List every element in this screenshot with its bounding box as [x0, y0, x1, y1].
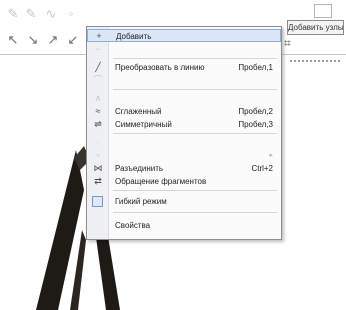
menu-item-add[interactable]: + Добавить — [87, 29, 281, 42]
chevron-right-icon: ▸ — [269, 152, 273, 159]
auto-close-icon: ◌ — [95, 137, 101, 147]
menu-item-auto-close[interactable]: ◌ — [87, 136, 281, 149]
menu-item-elastic-mode[interactable]: Гибкий режим — [87, 195, 281, 208]
smooth-icon: ≈ — [95, 106, 101, 116]
shape-left-stroke — [36, 150, 84, 310]
pencil-icon[interactable]: ✎ — [22, 6, 40, 22]
node-tool-icon[interactable]: ↗ — [44, 32, 62, 48]
to-line-icon: ╱ — [95, 62, 101, 72]
cusp-icon: ∧ — [94, 93, 102, 103]
ruler-marks — [290, 60, 340, 62]
node-tool-icon[interactable]: ↙ — [64, 32, 82, 48]
node-icon[interactable]: ◦ — [62, 6, 80, 22]
node-tool-icon[interactable]: ↘ — [24, 32, 42, 48]
shape-inner-stroke — [70, 230, 86, 310]
submenu-icon: ▫ — [96, 150, 100, 160]
node-align-icon[interactable]: ⌗ — [284, 36, 291, 51]
menu-separator — [113, 212, 277, 213]
pencil-icon[interactable]: ✎ — [4, 6, 22, 22]
menu-item-to-curve[interactable]: ⌒ — [87, 74, 281, 87]
menu-separator — [113, 89, 277, 90]
menu-item-to-line[interactable]: ╱ Преобразовать в линию Пробел,1 — [87, 61, 281, 74]
menu-item-reverse[interactable]: ⇄ Обращение фрагментов — [87, 175, 281, 188]
add-node-icon: + — [96, 31, 102, 41]
menu-separator — [113, 133, 277, 134]
menu-item-properties[interactable]: Свойства — [87, 219, 281, 232]
reverse-direction-icon: ⇄ — [94, 176, 102, 186]
menu-item-delete[interactable]: − — [87, 43, 281, 56]
menu-item-symmetric[interactable]: ⇌ Симметричный Пробел,3 — [87, 118, 281, 131]
menu-item-break-apart[interactable]: ⋈ Разъединить Ctrl+2 — [87, 162, 281, 175]
menu-item-cusp[interactable]: ∧ — [87, 92, 281, 105]
context-menu: + Добавить − ╱ Преобразовать в линию Про… — [86, 26, 282, 240]
window-control-box[interactable] — [314, 4, 332, 18]
wave-icon[interactable]: ∿ — [42, 6, 60, 22]
menu-item-smooth[interactable]: ≈ Сглаженный Пробел,2 — [87, 105, 281, 118]
node-tool-icon[interactable]: ↖ — [4, 32, 22, 48]
menu-item-submenu[interactable]: ▫ ▸ — [87, 149, 281, 162]
to-curve-icon: ⌒ — [93, 75, 103, 85]
menu-separator — [113, 190, 277, 191]
symmetric-icon: ⇌ — [94, 119, 102, 129]
delete-node-icon: − — [95, 44, 101, 54]
properties-icon — [91, 219, 105, 232]
elastic-mode-icon — [92, 196, 103, 207]
menu-separator — [113, 58, 277, 59]
break-apart-icon: ⋈ — [93, 163, 103, 173]
